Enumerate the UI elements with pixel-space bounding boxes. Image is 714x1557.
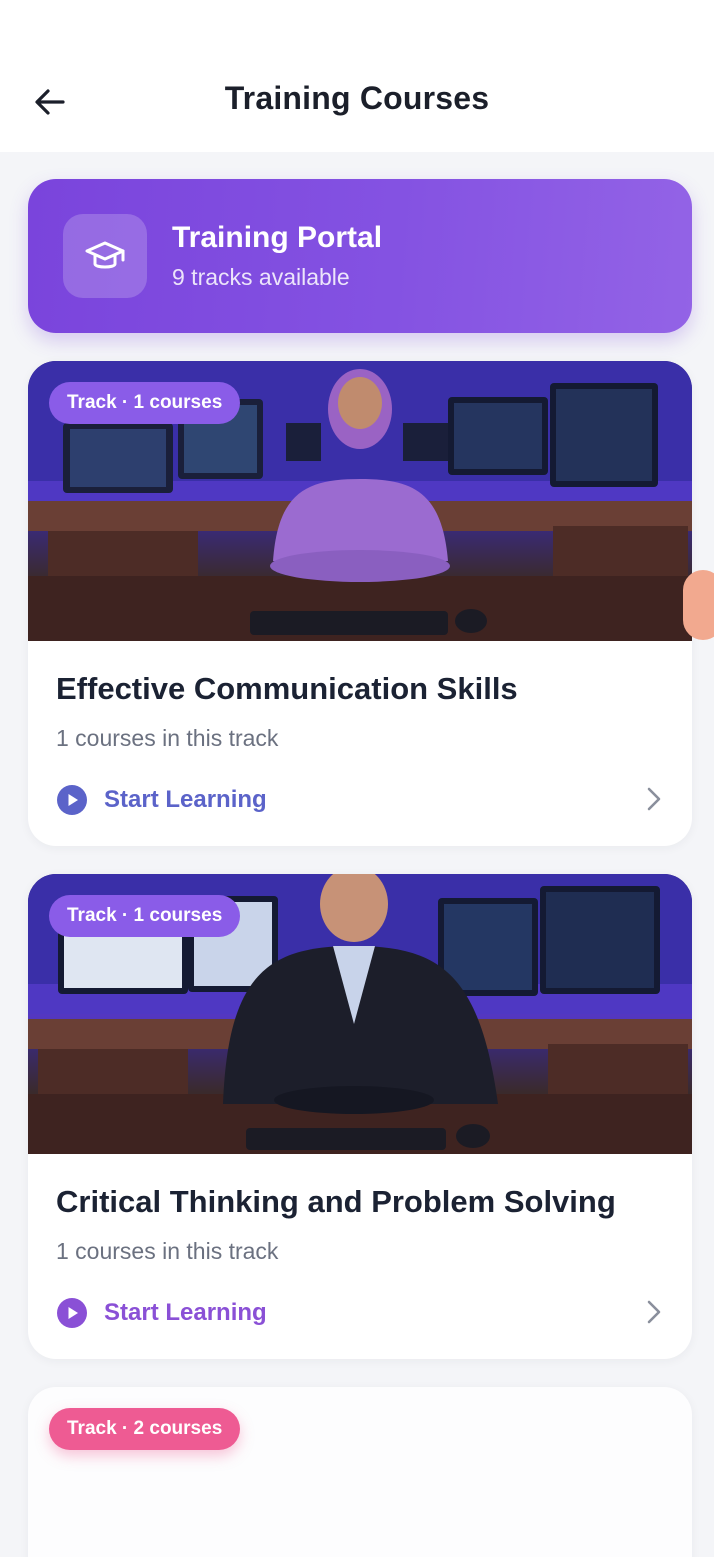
play-circle-icon bbox=[57, 1298, 87, 1328]
track-badge: Track · 1 courses bbox=[49, 382, 241, 424]
track-title: Effective Communication Skills bbox=[56, 671, 518, 706]
start-learning-button[interactable]: Start Learning bbox=[56, 1295, 664, 1331]
portal-title: Training Portal bbox=[172, 221, 383, 254]
portal-subtitle: 9 tracks available bbox=[172, 264, 350, 290]
chevron-right-icon bbox=[647, 787, 661, 811]
track-course-count: 1 courses in this track bbox=[56, 1238, 279, 1264]
play-circle-icon bbox=[57, 785, 87, 815]
track-badge: Track · 2 courses bbox=[49, 1408, 241, 1450]
app-header: Training Courses bbox=[0, 0, 714, 152]
track-cover-image: Track · 1 courses bbox=[28, 874, 692, 1154]
start-learning-button[interactable]: Start Learning bbox=[56, 782, 664, 818]
graduation-cap-icon bbox=[85, 241, 125, 269]
start-learning-label: Start Learning bbox=[104, 786, 267, 813]
track-course-count: 1 courses in this track bbox=[56, 725, 279, 751]
track-card[interactable]: Track · 2 courses bbox=[28, 1387, 692, 1557]
training-portal-card: Training Portal 9 tracks available bbox=[28, 179, 692, 333]
chevron-right-icon bbox=[647, 1300, 661, 1324]
portal-icon-container bbox=[63, 214, 147, 298]
floating-edge-handle[interactable] bbox=[683, 570, 714, 640]
track-badge: Track · 1 courses bbox=[49, 895, 241, 937]
page-title: Training Courses bbox=[224, 80, 490, 116]
track-card[interactable]: Track · 1 courses Effective Communicatio… bbox=[28, 361, 692, 846]
start-learning-label: Start Learning bbox=[104, 1299, 267, 1326]
track-cover-image: Track · 1 courses bbox=[28, 361, 692, 641]
track-card[interactable]: Track · 1 courses Critical Thinking and … bbox=[28, 874, 692, 1359]
track-title: Critical Thinking and Problem Solving bbox=[56, 1184, 616, 1219]
